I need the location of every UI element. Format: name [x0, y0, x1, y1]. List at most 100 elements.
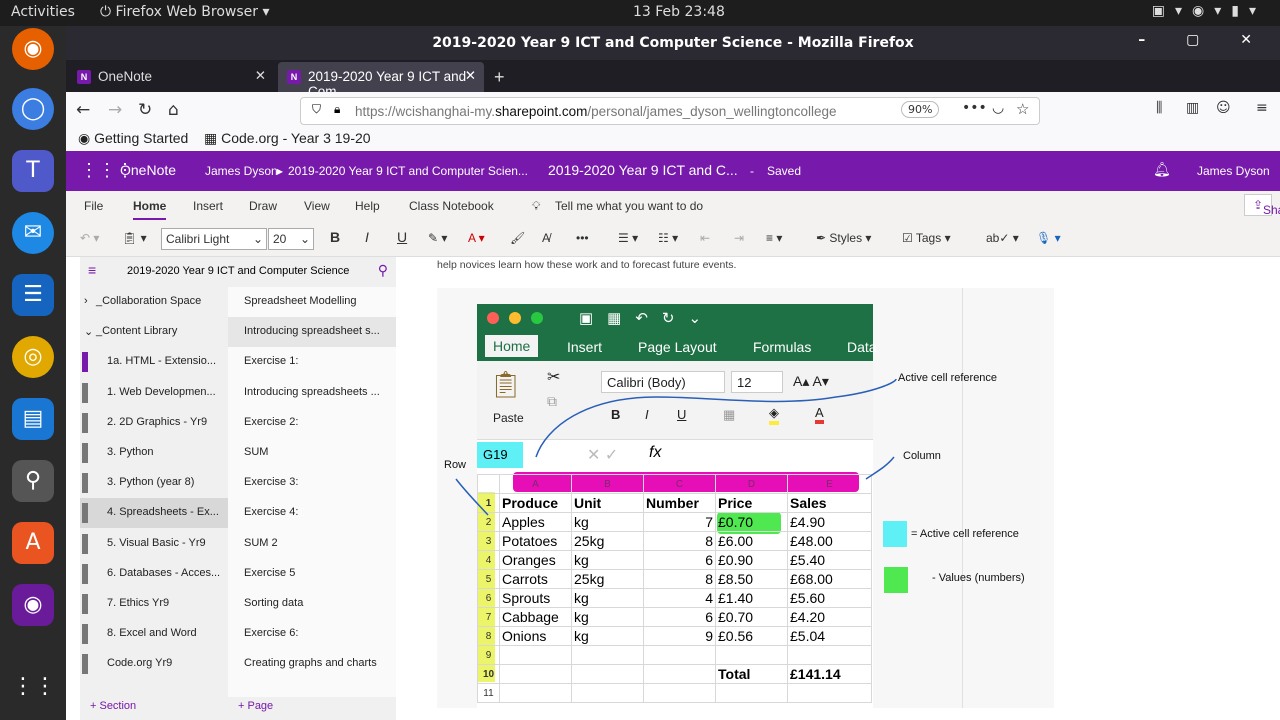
page-canvas[interactable]: help novices learn how these work and to… — [396, 257, 1280, 720]
format-painter-icon[interactable]: 🖌︎ — [510, 231, 525, 245]
add-page-button[interactable]: + Page — [238, 700, 273, 712]
tab-onenote[interactable]: N OneNote ✕ — [68, 62, 274, 92]
page-item[interactable]: Exercise 2: — [228, 408, 396, 438]
page-item[interactable]: Exercise 6: — [228, 619, 396, 649]
more-icon[interactable]: ••• — [962, 100, 987, 116]
page-item[interactable]: Creating graphs and charts — [228, 649, 396, 679]
tags-icon[interactable]: ☑ Tags ▾ — [902, 231, 951, 245]
menu-help[interactable]: Help — [355, 199, 380, 213]
zoom-level[interactable]: 90% — [901, 101, 940, 118]
close-tab-icon[interactable]: ✕ — [465, 68, 476, 84]
page-item[interactable]: Exercise 3: — [228, 468, 396, 498]
decrease-indent-icon[interactable]: ⇤ — [700, 231, 710, 245]
section-item[interactable]: Code.org Yr9 — [80, 649, 228, 679]
section-item[interactable]: 3. Python (year 8) — [80, 468, 228, 498]
chromium-icon[interactable]: ◯ — [12, 88, 54, 130]
sidebar-icon[interactable]: ▥ — [1186, 100, 1199, 116]
section-item[interactable]: 5. Visual Basic - Yr9 — [80, 529, 228, 559]
document-title[interactable]: 2019-2020 Year 9 ICT and C... — [548, 162, 738, 178]
share-button[interactable]: ⇪ Share — [1243, 194, 1280, 217]
shield-icon[interactable]: ⛉ — [312, 102, 321, 117]
section-item[interactable]: 8. Excel and Word — [80, 619, 228, 649]
activities-button[interactable]: Activities — [11, 4, 75, 20]
font-select[interactable]: Calibri Light ⌄ — [161, 228, 267, 250]
section-item[interactable]: ⌄ _Content Library — [80, 317, 228, 347]
clock[interactable]: 13 Feb 23:48 — [633, 4, 725, 20]
search-tool-icon[interactable]: ⚲ — [12, 460, 54, 502]
add-section-button[interactable]: + Section — [90, 700, 136, 712]
styles-icon[interactable]: ✒︎ Styles ▾ — [816, 231, 871, 245]
bookmark-getting-started[interactable]: ◉ Getting Started — [78, 130, 188, 147]
page-item[interactable]: Sorting data — [228, 589, 396, 619]
dictate-icon[interactable]: 🎙︎ ▾ — [1036, 231, 1061, 245]
screen-recorder-icon[interactable]: ◉ — [12, 584, 54, 626]
underline-button[interactable]: U — [397, 229, 407, 245]
font-color-icon[interactable]: A ▾ — [468, 231, 485, 245]
spelling-icon[interactable]: ab✓ ▾ — [986, 231, 1019, 245]
page-item[interactable]: Spreadsheet Modelling — [228, 287, 396, 317]
tab-active[interactable]: N 2019-2020 Year 9 ICT and Com ✕ — [278, 62, 484, 99]
chevron-down-icon[interactable]: ⌄ — [84, 325, 93, 338]
numbering-icon[interactable]: ☷ ▾ — [658, 231, 678, 245]
library-icon[interactable]: ⫼ — [1156, 100, 1162, 116]
section-item[interactable]: 1. Web Developmen... — [80, 378, 228, 408]
bookmark-code-org[interactable]: ▦ Code.org - Year 3 19-20 — [204, 130, 371, 147]
firefox-icon[interactable]: ◉ — [12, 28, 54, 70]
font-size-select[interactable]: 20 ⌄ — [268, 228, 314, 250]
menu-icon[interactable]: ≡ — [1256, 100, 1268, 116]
menu-home[interactable]: Home — [133, 199, 167, 220]
breadcrumb-notebook[interactable]: 2019-2020 Year 9 ICT and Computer Scien.… — [288, 164, 528, 178]
section-item[interactable]: 7. Ethics Yr9 — [80, 589, 228, 619]
breadcrumb-user[interactable]: James Dyson — [205, 164, 278, 178]
user-name[interactable]: James Dyson — [1197, 164, 1270, 178]
onenote-app-name[interactable]: OneNote — [120, 162, 176, 178]
mail-icon[interactable]: ✉ — [12, 212, 54, 254]
lock-icon[interactable]: 🔒︎ — [334, 102, 340, 117]
page-item[interactable]: SUM 2 — [228, 529, 396, 559]
menu-insert[interactable]: Insert — [193, 199, 223, 213]
tell-me-box[interactable]: Tell me what you want to do — [555, 199, 703, 213]
increase-indent-icon[interactable]: ⇥ — [734, 231, 744, 245]
more-options-icon[interactable]: ••• — [576, 231, 589, 245]
back-icon[interactable]: ← — [76, 100, 90, 120]
teams-icon[interactable]: T — [12, 150, 54, 192]
home-icon[interactable]: ⌂ — [168, 100, 179, 120]
section-item[interactable]: 6. Databases - Acces... — [80, 559, 228, 589]
section-item[interactable]: 3. Python — [80, 438, 228, 468]
menu-class-notebook[interactable]: Class Notebook — [409, 199, 494, 213]
menu-view[interactable]: View — [304, 199, 330, 213]
files-icon[interactable]: ☰ — [12, 274, 54, 316]
app-menu[interactable]: ⏻ Firefox Web Browser ▾ — [100, 4, 270, 20]
page-item[interactable]: Introducing spreadsheets ... — [228, 378, 396, 408]
notebook-header[interactable]: ≡ 2019-2020 Year 9 ICT and Computer Scie… — [80, 257, 396, 287]
section-item[interactable]: 4. Spreadsheets - Ex... — [80, 498, 228, 529]
account-icon[interactable]: ☺ — [1216, 100, 1231, 116]
page-item[interactable]: Exercise 5 — [228, 559, 396, 589]
italic-button[interactable]: I — [365, 229, 369, 245]
chevron-right-icon[interactable]: › — [84, 295, 88, 307]
pocket-icon[interactable]: ◡ — [992, 100, 1004, 116]
page-item[interactable]: Introducing spreadsheet s... — [228, 317, 396, 348]
clear-format-icon[interactable]: A̸ — [542, 231, 550, 245]
section-item[interactable]: › _Collaboration Space — [80, 287, 228, 317]
bell-icon[interactable]: 🔔︎ — [1153, 161, 1171, 178]
window-controls[interactable]: – ▢ ✕ — [1138, 32, 1270, 48]
menu-draw[interactable]: Draw — [249, 199, 277, 213]
close-tab-icon[interactable]: ✕ — [255, 68, 266, 84]
page-item[interactable]: Exercise 4: — [228, 498, 396, 528]
new-tab-button[interactable]: + — [490, 60, 520, 90]
reload-icon[interactable]: ↻ — [138, 100, 152, 120]
align-icon[interactable]: ≡ ▾ — [766, 231, 782, 245]
bullets-icon[interactable]: ☰ ▾ — [618, 231, 638, 245]
show-apps-icon[interactable]: ⋮⋮ — [12, 666, 56, 708]
rhythmbox-icon[interactable]: ◎ — [12, 336, 54, 378]
system-tray[interactable]: ▣▾◉▾▮▾ — [1152, 3, 1266, 19]
nav-toggle-icon[interactable]: ≡ — [88, 262, 96, 278]
bold-button[interactable]: B — [330, 229, 340, 245]
menu-file[interactable]: File — [84, 199, 103, 213]
page-item[interactable]: Exercise 1: — [228, 347, 396, 377]
bookmark-star-icon[interactable]: ☆ — [1016, 100, 1029, 118]
section-item[interactable]: 1a. HTML - Extensio... — [80, 347, 228, 377]
undo-icon[interactable]: ↶ ▾ — [80, 231, 99, 245]
page-item[interactable]: SUM — [228, 438, 396, 468]
